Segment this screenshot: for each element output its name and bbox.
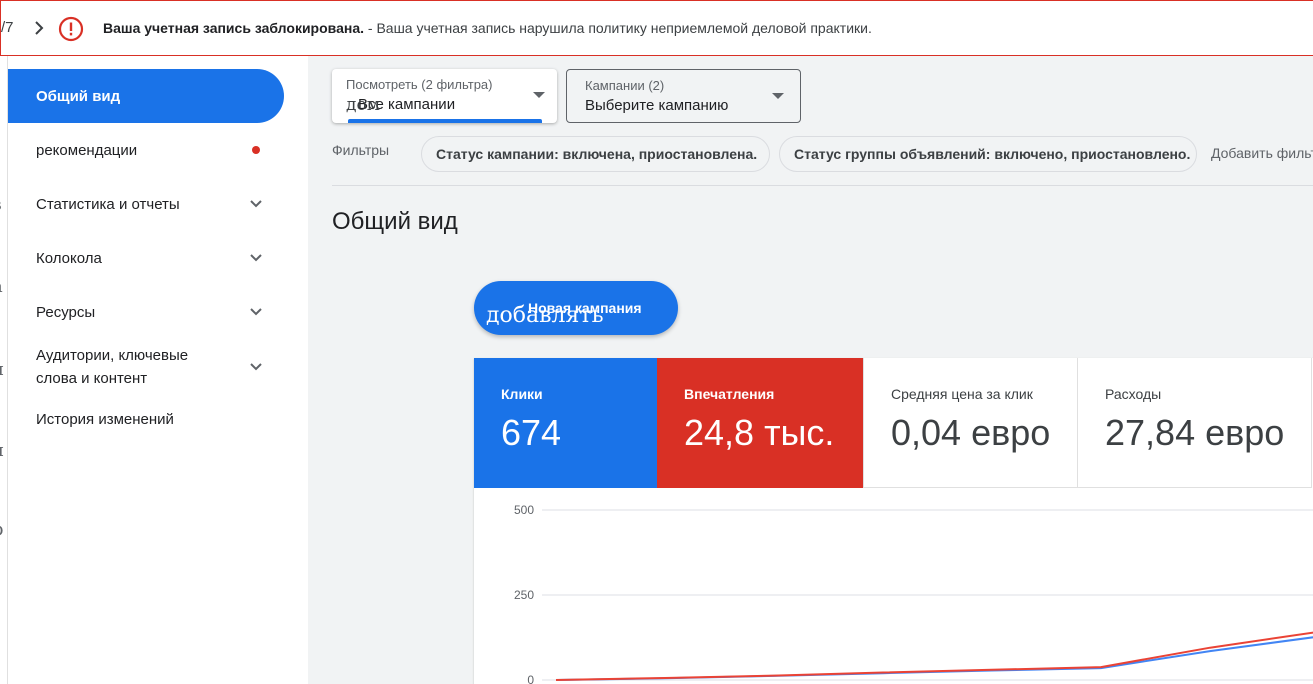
metric-avg-cpc[interactable]: Средняя цена за клик 0,04 евро — [863, 358, 1077, 488]
sidebar-item-label: рекомендации — [36, 141, 138, 159]
sidebar-item-label: Общий вид — [36, 87, 121, 105]
sidebar-item-recommendations[interactable]: рекомендации — [8, 123, 284, 177]
edge-glyph: р — [0, 519, 4, 540]
metric-label: Расходы — [1105, 386, 1162, 402]
chevron-down-icon — [250, 254, 262, 262]
edge-glyph: з — [0, 194, 2, 215]
metric-value: 27,84 евро — [1105, 412, 1285, 453]
series-line — [555, 636, 1313, 681]
performance-line-chart: 500 250 0 — [514, 503, 1313, 684]
sidebar-item-campaigns[interactable]: Колокола — [8, 231, 284, 285]
filters-label: Фильтры — [332, 142, 390, 158]
divider — [332, 185, 1313, 186]
sidebar-item-statistics[interactable]: Статистика и отчеты — [8, 177, 284, 231]
metric-value: 0,04 евро — [891, 412, 1051, 453]
metrics-card: Клики 674 Впечатления 24,8 тыс. Средняя … — [474, 358, 1313, 684]
edge-glyph: а — [0, 276, 3, 297]
metric-value: 24,8 тыс. — [684, 412, 835, 453]
banner-message: Ваша учетная запись заблокирована. - Ваш… — [103, 20, 872, 36]
metric-label: Клики — [501, 386, 543, 402]
metric-clicks[interactable]: Клики 674 — [474, 358, 657, 488]
filter-chip-adgroup-status[interactable]: Статус группы объявлений: включено, прио… — [779, 136, 1197, 172]
filter-chip-label: Статус кампании: включена, приостановлен… — [436, 146, 758, 162]
sidebar-item-label: Колокола — [36, 249, 102, 267]
y-tick-label: 0 — [527, 673, 534, 684]
left-edge-strip: з а и и р — [0, 56, 8, 684]
new-campaign-overlay-text: добавлять — [486, 303, 604, 328]
sidebar-item-label: История изменений — [36, 410, 174, 428]
metric-label: Средняя цена за клик — [891, 386, 1033, 402]
sidebar-item-change-history[interactable]: История изменений — [8, 392, 284, 446]
view-filter-dropdown[interactable]: Посмотреть (2 фильтра) Все кампании дом — [332, 69, 557, 123]
filter-chip-label: Статус группы объявлений: включено, прио… — [794, 146, 1191, 162]
main-content: Посмотреть (2 фильтра) Все кампании дом … — [308, 56, 1313, 684]
focus-indicator — [348, 119, 542, 123]
chevron-down-icon — [250, 200, 262, 208]
campaign-select-value: Выберите кампанию — [585, 97, 729, 114]
banner-text: - Ваша учетная запись нарушила политику … — [364, 20, 872, 36]
sidebar-item-label: Аудитории, ключевые слова и контент — [36, 347, 189, 387]
view-filter-label: Посмотреть (2 фильтра) — [346, 77, 493, 92]
sidebar-item-label: Ресурсы — [36, 303, 96, 321]
banner-title: Ваша учетная запись заблокирована. — [103, 20, 364, 36]
view-filter-overlay-text: дом — [346, 95, 380, 115]
chevron-down-icon — [250, 308, 262, 316]
filter-chip-campaign-status[interactable]: Статус кампании: включена, приостановлен… — [421, 136, 770, 172]
account-blocked-banner: /7 Ваша учетная запись заблокирована. - … — [0, 0, 1313, 56]
caret-down-icon — [533, 92, 545, 98]
sidebar-item-audiences[interactable]: Аудитории, ключевые слова и контент — [8, 340, 284, 394]
y-tick-label: 500 — [514, 503, 534, 517]
y-tick-label: 250 — [514, 588, 534, 602]
sidebar-item-label: Статистика и отчеты — [36, 195, 180, 213]
metric-impressions[interactable]: Впечатления 24,8 тыс. — [657, 358, 863, 488]
new-campaign-button[interactable]: Новая кампания добавлять — [474, 281, 678, 335]
metric-label: Впечатления — [684, 386, 775, 402]
error-circle-icon — [58, 16, 84, 42]
edge-glyph: и — [0, 359, 4, 380]
page-title: Общий вид — [332, 208, 458, 235]
sidebar-item-overview[interactable]: Общий вид — [8, 69, 284, 123]
metric-value: 674 — [501, 412, 562, 453]
notification-dot-icon — [252, 146, 260, 154]
edge-glyph: и — [0, 440, 4, 461]
banner-counter: /7 — [1, 19, 14, 36]
caret-down-icon — [772, 93, 784, 99]
sidebar-nav: Общий вид рекомендации Статистика и отче… — [8, 56, 308, 684]
sidebar-item-assets[interactable]: Ресурсы — [8, 285, 284, 339]
campaign-select-label: Кампании (2) — [585, 78, 665, 93]
add-filter-link[interactable]: Добавить фильтр — [1211, 145, 1313, 161]
chevron-down-icon — [250, 363, 262, 371]
campaign-select-dropdown[interactable]: Кампании (2) Выберите кампанию — [566, 69, 801, 123]
chevron-right-icon[interactable] — [31, 17, 49, 39]
metric-cost[interactable]: Расходы 27,84 евро — [1077, 358, 1312, 488]
